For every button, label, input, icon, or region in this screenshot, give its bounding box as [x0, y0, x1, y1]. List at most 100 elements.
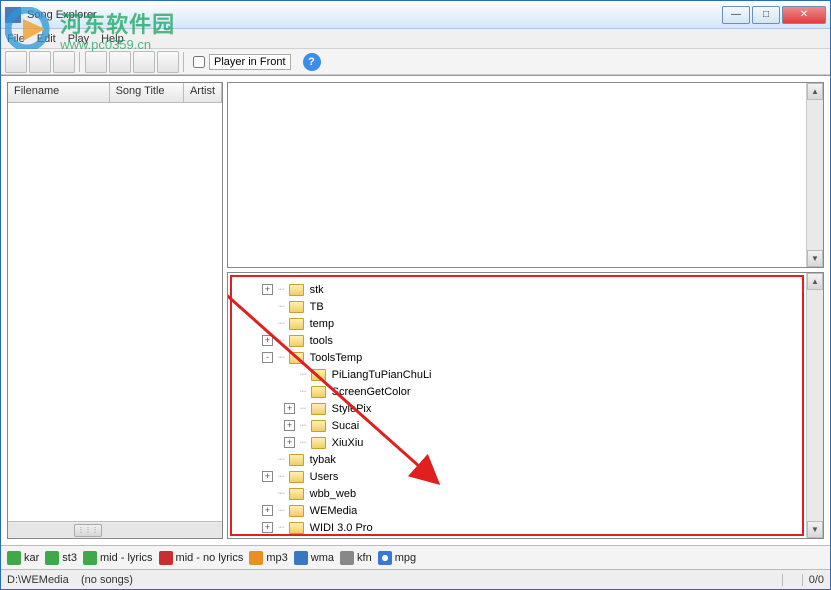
folder-icon	[289, 471, 304, 483]
mid-nolyrics-icon	[159, 551, 173, 565]
tree-node-label: ScreenGetColor	[332, 386, 411, 398]
right-panel: ▲ ▼ +┈stk┈TB┈temp+┈tools-┈ToolsTemp┈PiLi…	[227, 82, 824, 539]
toolbar-button-5[interactable]	[109, 51, 131, 73]
toolbar-button-2[interactable]	[29, 51, 51, 73]
maximize-button[interactable]: □	[752, 6, 780, 24]
folder-icon	[289, 454, 304, 466]
folder-icon	[289, 284, 304, 296]
expand-icon[interactable]: +	[262, 522, 273, 533]
tree-node[interactable]: ┈tybak	[262, 451, 802, 468]
menubar: File Edit Play Help	[1, 29, 830, 49]
tree-node[interactable]: +┈Users	[262, 468, 802, 485]
menu-file[interactable]: File	[7, 33, 25, 45]
status-count: 0/0	[803, 574, 824, 586]
expand-icon[interactable]: +	[262, 284, 273, 295]
tree-node[interactable]: +┈Sucai	[262, 417, 802, 434]
tree-node[interactable]: +┈WEMedia	[262, 502, 802, 519]
tree-node-label: stk	[310, 284, 324, 296]
tree-node-label: Sucai	[332, 420, 360, 432]
toolbar-button-6[interactable]	[133, 51, 155, 73]
scroll-thumb[interactable]: ⋮⋮⋮	[74, 524, 102, 537]
mp3-icon	[249, 551, 263, 565]
expand-icon[interactable]: +	[262, 335, 273, 346]
tree-node-label: tools	[310, 335, 333, 347]
tree-node[interactable]: +┈stk	[262, 281, 802, 298]
tree-node-label: StylePix	[332, 403, 372, 415]
tree-node-label: temp	[310, 318, 334, 330]
horizontal-scrollbar[interactable]: ⋮⋮⋮	[8, 521, 222, 538]
expand-icon[interactable]: +	[284, 403, 295, 414]
toolbar-separator	[183, 52, 185, 72]
toolbar-button-4[interactable]	[85, 51, 107, 73]
filetype-kar[interactable]: kar	[7, 551, 39, 565]
tree-node[interactable]: +┈StylePix	[262, 400, 802, 417]
toolbar-button-7[interactable]	[157, 51, 179, 73]
mpg-icon	[378, 551, 392, 565]
window-title: Song Explorer	[25, 9, 722, 21]
column-filename[interactable]: Filename	[8, 83, 110, 102]
toolbar: Player in Front ?	[1, 49, 830, 75]
expand-icon[interactable]: +	[284, 420, 295, 431]
menu-play[interactable]: Play	[68, 33, 89, 45]
tree-node[interactable]: +┈WIDI 3.0 Pro	[262, 519, 802, 536]
tree-node[interactable]: +┈tools	[262, 332, 802, 349]
filetype-st3[interactable]: st3	[45, 551, 77, 565]
player-in-front-checkbox[interactable]	[193, 56, 205, 68]
vertical-scrollbar[interactable]: ▲ ▼	[806, 273, 823, 538]
tree-node-label: WEMedia	[310, 505, 358, 517]
tree-node[interactable]: +┈XiuXiu	[262, 434, 802, 451]
tree-node-label: ToolsTemp	[310, 352, 363, 364]
tree-node[interactable]: ┈ScreenGetColor	[262, 383, 802, 400]
column-artist[interactable]: Artist	[184, 83, 222, 102]
filetype-bar: kar st3 mid - lyrics mid - no lyrics mp3…	[1, 545, 830, 569]
filetype-mpg[interactable]: mpg	[378, 551, 416, 565]
toolbar-button-1[interactable]	[5, 51, 27, 73]
scroll-down-icon[interactable]: ▼	[807, 521, 823, 538]
scroll-up-icon[interactable]: ▲	[807, 83, 823, 100]
folder-icon	[289, 318, 304, 330]
menu-help[interactable]: Help	[101, 33, 124, 45]
tree-node[interactable]: ┈PiLiangTuPianChuLi	[262, 366, 802, 383]
wma-icon	[294, 551, 308, 565]
scroll-up-icon[interactable]: ▲	[807, 273, 823, 290]
folder-icon	[289, 488, 304, 500]
folder-tree-panel: +┈stk┈TB┈temp+┈tools-┈ToolsTemp┈PiLiangT…	[227, 272, 824, 539]
folder-tree[interactable]: +┈stk┈TB┈temp+┈tools-┈ToolsTemp┈PiLiangT…	[232, 277, 802, 536]
filetype-mp3[interactable]: mp3	[249, 551, 287, 565]
menu-edit[interactable]: Edit	[37, 33, 56, 45]
folder-icon	[311, 420, 326, 432]
highlight-box: +┈stk┈TB┈temp+┈tools-┈ToolsTemp┈PiLiangT…	[230, 275, 804, 536]
preview-panel: ▲ ▼	[227, 82, 824, 268]
help-icon[interactable]: ?	[303, 53, 321, 71]
minimize-button[interactable]: —	[722, 6, 750, 24]
column-songtitle[interactable]: Song Title	[110, 83, 184, 102]
folder-icon	[311, 386, 326, 398]
filetype-wma[interactable]: wma	[294, 551, 334, 565]
vertical-scrollbar[interactable]: ▲ ▼	[806, 83, 823, 267]
folder-icon	[289, 505, 304, 517]
tree-node[interactable]: ┈wbb_web	[262, 485, 802, 502]
filetype-kfn[interactable]: kfn	[340, 551, 372, 565]
scroll-down-icon[interactable]: ▼	[807, 250, 823, 267]
folder-icon	[289, 352, 304, 364]
song-list-panel: Filename Song Title Artist ⋮⋮⋮	[7, 82, 223, 539]
kar-icon	[7, 551, 21, 565]
tree-node[interactable]: -┈ToolsTemp	[262, 349, 802, 366]
mid-lyrics-icon	[83, 551, 97, 565]
expand-icon[interactable]: +	[262, 505, 273, 516]
expand-icon[interactable]: +	[262, 471, 273, 482]
expand-icon[interactable]: +	[284, 437, 295, 448]
song-list-body[interactable]	[8, 103, 222, 521]
tree-node[interactable]: ┈TB	[262, 298, 802, 315]
preview-body[interactable]	[228, 83, 806, 267]
toolbar-button-3[interactable]	[53, 51, 75, 73]
tree-node-label: wbb_web	[310, 488, 356, 500]
status-songs: (no songs)	[81, 574, 133, 586]
filetype-mid-nolyrics[interactable]: mid - no lyrics	[159, 551, 244, 565]
titlebar[interactable]: Song Explorer — □ ✕	[1, 1, 830, 29]
tree-node[interactable]: ┈temp	[262, 315, 802, 332]
close-button[interactable]: ✕	[782, 6, 826, 24]
filetype-mid-lyrics[interactable]: mid - lyrics	[83, 551, 153, 565]
player-in-front-label: Player in Front	[209, 54, 291, 70]
collapse-icon[interactable]: -	[262, 352, 273, 363]
